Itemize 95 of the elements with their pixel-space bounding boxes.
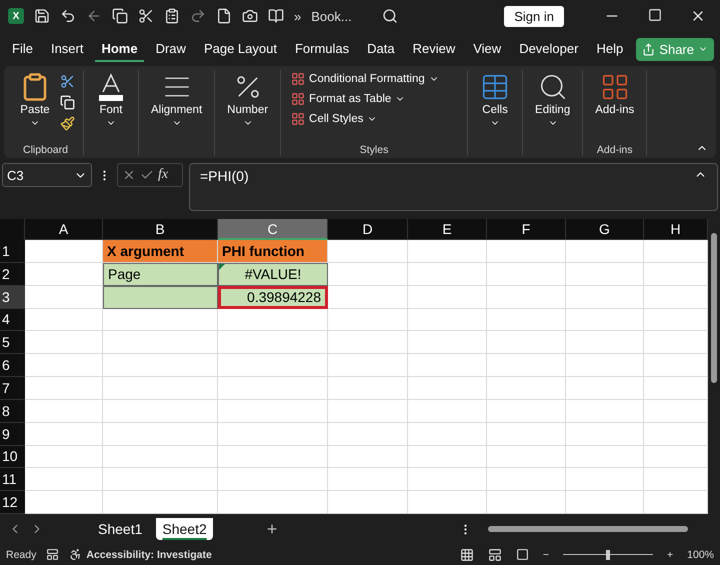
row-header[interactable]: 2 [0,262,25,286]
ribbon-button[interactable]: Editing [531,70,574,130]
scissors-icon[interactable] [60,74,75,89]
save-icon[interactable] [34,8,50,24]
back-arrow-icon[interactable] [86,8,102,24]
accessibility-status[interactable]: Accessibility: Investigate [86,548,212,560]
table-cell[interactable]: PHI function [218,240,328,263]
copy-icon[interactable] [112,8,128,24]
row-header[interactable]: 12 [0,491,25,514]
grid-icon [291,72,306,86]
grid-icon [291,92,306,106]
search-icon[interactable] [382,8,398,24]
menu-tab[interactable]: Review [406,36,462,62]
row-header[interactable]: 10 [0,446,25,468]
table-cell[interactable]: Page [103,262,218,286]
grid-cell[interactable] [103,286,218,308]
cancel-icon[interactable] [122,168,136,182]
page-icon[interactable] [216,8,232,24]
camera-icon[interactable] [242,8,258,24]
paste-button[interactable]: Paste [16,70,54,130]
column-header[interactable]: G [566,219,644,240]
add-sheet-button[interactable]: + [260,518,284,540]
menu-tab[interactable]: Draw [150,36,192,62]
page-break-icon[interactable] [516,548,529,561]
document-title: Book... [311,8,352,24]
undo-icon[interactable] [60,8,76,24]
font-letter-icon [96,72,126,102]
accessibility-icon[interactable] [69,548,82,561]
row-header[interactable]: 1 [0,240,25,263]
row-header[interactable]: 9 [0,422,25,446]
grid-icon [291,112,306,126]
column-header[interactable]: H [644,219,708,240]
ribbon-button[interactable]: Cells [476,70,514,130]
row-header[interactable]: 5 [0,331,25,354]
group-label: Clipboard [23,144,68,156]
zoom-out-button[interactable]: − [542,548,549,560]
column-header[interactable]: A [25,219,103,240]
scissors-icon[interactable] [138,8,154,24]
menu-tab[interactable]: Insert [44,36,90,62]
row-header[interactable]: 6 [0,354,25,377]
sign-in-button[interactable]: Sign in [504,6,564,26]
function-button[interactable]: fx [158,167,168,183]
column-header[interactable]: E [408,219,487,240]
sheet-tab[interactable]: Sheet1 [92,518,148,540]
style-menu-button[interactable]: Conditional Formatting [289,70,441,88]
zoom-in-button[interactable]: + [667,548,674,560]
column-header[interactable]: C [218,219,328,240]
copy-icon[interactable] [60,95,75,110]
group-label: Styles [360,144,388,156]
share-button[interactable]: Share [636,38,714,60]
menu-tab[interactable]: Home [95,36,144,62]
table-cell[interactable]: X argument [103,240,218,263]
error-indicator-icon [219,264,225,270]
status-text: Ready [6,548,36,560]
column-header[interactable]: D [328,219,408,240]
formula-field[interactable]: =PHI(0) [189,163,718,211]
menu-tab[interactable]: File [6,36,39,62]
horizontal-scrollbar[interactable] [488,526,688,532]
table-cell[interactable]: #VALUE! [218,262,328,286]
overflow-button[interactable]: » [294,8,302,24]
normal-view-icon[interactable] [460,548,474,562]
row-header[interactable]: 8 [0,400,25,423]
ribbon-button[interactable]: Font [92,70,130,130]
column-header[interactable]: F [487,219,566,240]
add-ins-button[interactable]: Add-ins [591,70,638,118]
ribbon-button[interactable]: Number [223,70,272,130]
style-menu-button[interactable]: Format as Table [289,90,408,108]
table-cell[interactable]: 0.39894228 [218,286,328,308]
zoom-thumb[interactable] [606,550,610,560]
app-logo: X [8,8,24,24]
menu-tab[interactable]: Page Layout [198,36,283,62]
menu-tab[interactable]: Formulas [288,36,356,62]
name-box[interactable]: C3 [2,163,92,187]
page-layout-icon[interactable] [488,548,502,562]
paintbrush-icon[interactable] [60,116,75,131]
row-header[interactable]: 11 [0,468,25,492]
row-header[interactable]: 3 [0,286,25,308]
column-header[interactable]: B [103,219,218,240]
menu-tab[interactable]: Data [361,36,401,62]
redo-icon[interactable] [190,8,206,24]
book-icon[interactable] [268,8,284,24]
clipboard-icon[interactable] [164,8,180,24]
menu-tab[interactable]: Developer [513,36,584,62]
style-menu-button[interactable]: Cell Styles [289,110,380,128]
group-label: Add-ins [596,144,633,156]
share-icon [642,42,656,56]
zoom-level: 100% [687,548,714,560]
maximize-icon[interactable] [648,8,662,22]
sheet-tab[interactable]: Sheet2 [156,518,213,540]
row-header[interactable]: 4 [0,308,25,332]
ribbon-button[interactable]: Alignment [147,70,206,130]
row-header[interactable]: 7 [0,377,25,400]
menu-tab[interactable]: Help [590,36,630,62]
select-all-corner[interactable] [0,219,25,240]
menu-tab[interactable]: View [467,36,508,62]
